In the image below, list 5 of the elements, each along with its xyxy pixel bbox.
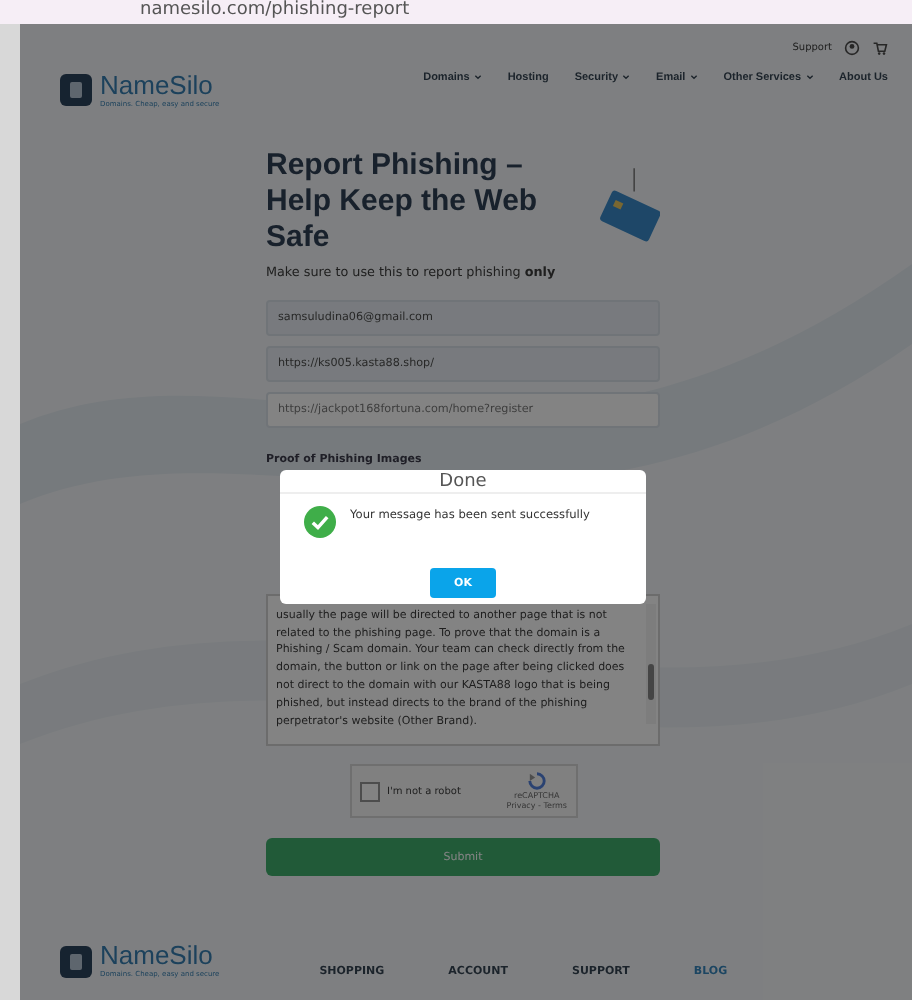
address-bar[interactable]: namesilo.com/phishing-report <box>140 0 410 20</box>
logo-text: NameSilo <box>100 942 215 970</box>
page-title: Report Phishing – Help Keep the Web Safe <box>266 148 540 256</box>
logo-text: NameSilo <box>100 71 215 99</box>
dialog-title: Done <box>280 470 646 494</box>
